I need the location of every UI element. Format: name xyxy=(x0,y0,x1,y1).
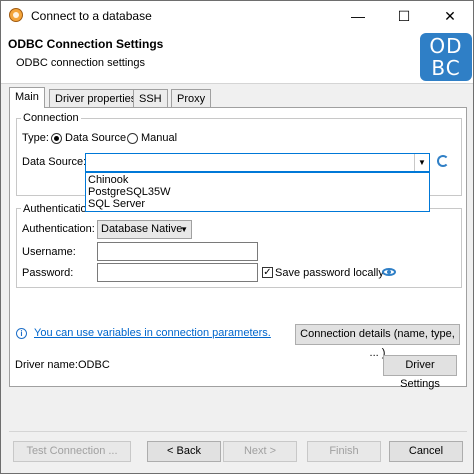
info-icon: i xyxy=(16,328,27,339)
data-source-dropdown-list: Chinook PostgreSQL35W SQL Server xyxy=(85,172,430,212)
tab-main[interactable]: Main xyxy=(9,87,45,108)
dropdown-option-sql-server[interactable]: SQL Server xyxy=(88,198,145,211)
password-input[interactable] xyxy=(97,263,258,282)
authentication-select[interactable]: Database Native ▼ xyxy=(97,220,192,239)
password-label: Password: xyxy=(22,267,74,279)
authentication-label: Authentication: xyxy=(22,223,95,235)
footer-divider xyxy=(9,431,467,432)
logo-line-bottom: BC xyxy=(431,56,461,80)
driver-settings-button[interactable]: Driver Settings xyxy=(383,355,457,390)
save-password-checkbox[interactable]: ✓ xyxy=(262,267,273,278)
page-subtitle: ODBC connection settings xyxy=(16,57,146,69)
radio-manual-label: Manual xyxy=(141,132,178,144)
odbc-logo-icon: OD BC xyxy=(420,33,472,81)
tab-proxy[interactable]: Proxy xyxy=(171,89,212,107)
authentication-group-label: Authentication xyxy=(21,203,95,215)
tab-ssh[interactable]: SSH xyxy=(133,89,168,107)
chevron-down-icon: ▼ xyxy=(180,225,188,234)
driver-name-label: Driver name: xyxy=(15,359,78,371)
radio-manual[interactable] xyxy=(127,133,138,144)
connection-group-label: Connection xyxy=(21,112,81,124)
data-source-combo[interactable]: ▼ xyxy=(85,153,430,172)
maximize-button[interactable]: ☐ xyxy=(381,1,427,31)
page-title: ODBC Connection Settings xyxy=(8,37,164,51)
username-input[interactable] xyxy=(97,242,258,261)
test-connection-button[interactable]: Test Connection ... xyxy=(13,441,131,462)
tab-driver-properties[interactable]: Driver properties xyxy=(49,89,143,107)
close-button[interactable]: ✕ xyxy=(427,1,473,31)
username-label: Username: xyxy=(22,246,76,258)
title-bar: Connect to a database — ☐ ✕ xyxy=(1,1,473,31)
minimize-button[interactable]: — xyxy=(335,1,381,31)
data-source-label: Data Source: xyxy=(22,156,87,168)
dbeaver-app-icon xyxy=(9,8,23,22)
next-button[interactable]: Next > xyxy=(223,441,297,462)
driver-name-value: ODBC xyxy=(78,359,110,371)
save-password-label: Save password locally xyxy=(275,267,384,279)
cancel-button[interactable]: Cancel xyxy=(389,441,463,462)
show-password-eye-icon[interactable] xyxy=(382,268,396,276)
back-button[interactable]: < Back xyxy=(147,441,221,462)
radio-data-source[interactable] xyxy=(51,133,62,144)
finish-button[interactable]: Finish xyxy=(307,441,381,462)
authentication-select-value: Database Native xyxy=(101,223,183,235)
dialog-window: Connect to a database — ☐ ✕ ODBC Connect… xyxy=(0,0,474,474)
dialog-header: ODBC Connection Settings ODBC connection… xyxy=(1,31,473,84)
logo-line-top: OD xyxy=(429,34,463,58)
window-title: Connect to a database xyxy=(31,9,152,23)
radio-data-source-label: Data Source xyxy=(65,132,127,144)
variables-link[interactable]: You can use variables in connection para… xyxy=(34,327,271,339)
connection-details-button[interactable]: Connection details (name, type, ... ) xyxy=(295,324,460,359)
type-label: Type: xyxy=(22,132,49,144)
chevron-down-icon[interactable]: ▼ xyxy=(414,154,429,171)
refresh-datasources-icon[interactable] xyxy=(437,155,449,167)
